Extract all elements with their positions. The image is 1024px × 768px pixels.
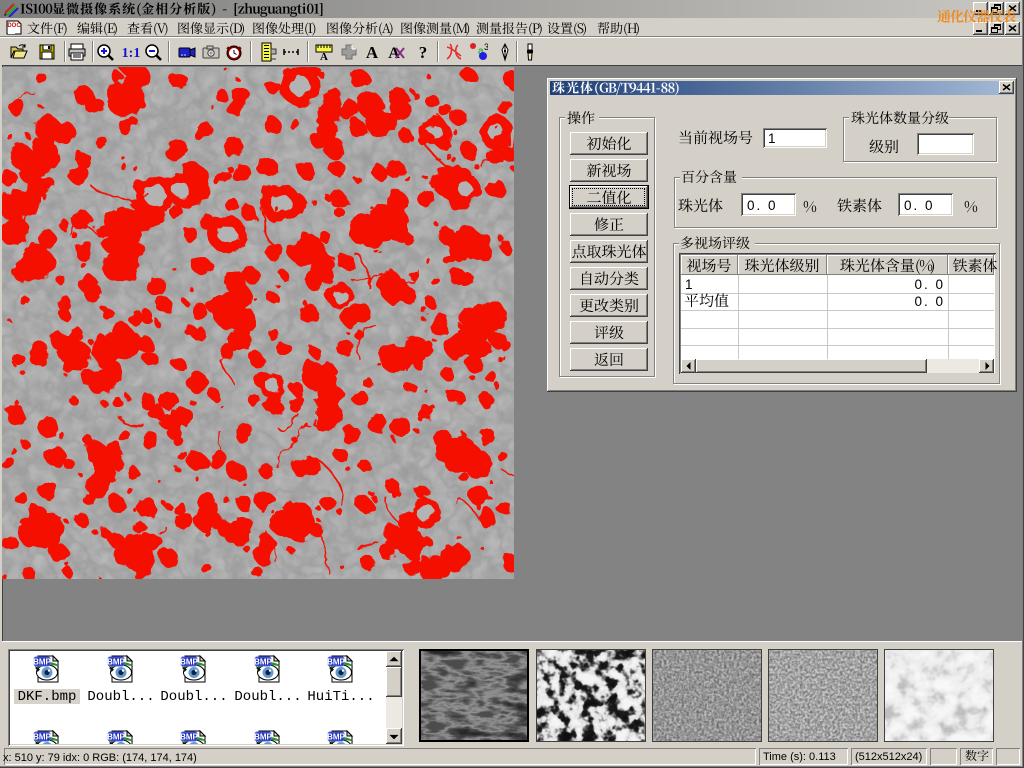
svg-text:BMP: BMP [254, 733, 272, 742]
svg-text:A: A [320, 51, 328, 62]
svg-text:BMP: BMP [180, 658, 198, 667]
svg-text:1:1: 1:1 [122, 46, 141, 61]
svg-text:BMP: BMP [327, 658, 345, 667]
svg-text:DOC: DOC [7, 23, 21, 29]
svg-text:BMP: BMP [33, 658, 51, 667]
svg-text:BMP: BMP [327, 733, 345, 742]
svg-text:BMP: BMP [180, 733, 198, 742]
svg-text:?: ? [419, 43, 428, 62]
svg-text:A: A [366, 43, 379, 62]
svg-text:BMP: BMP [33, 733, 51, 742]
svg-text:BMP: BMP [107, 658, 125, 667]
svg-text:3: 3 [484, 42, 488, 52]
svg-text:BMP: BMP [107, 733, 125, 742]
svg-text:BMP: BMP [254, 658, 272, 667]
